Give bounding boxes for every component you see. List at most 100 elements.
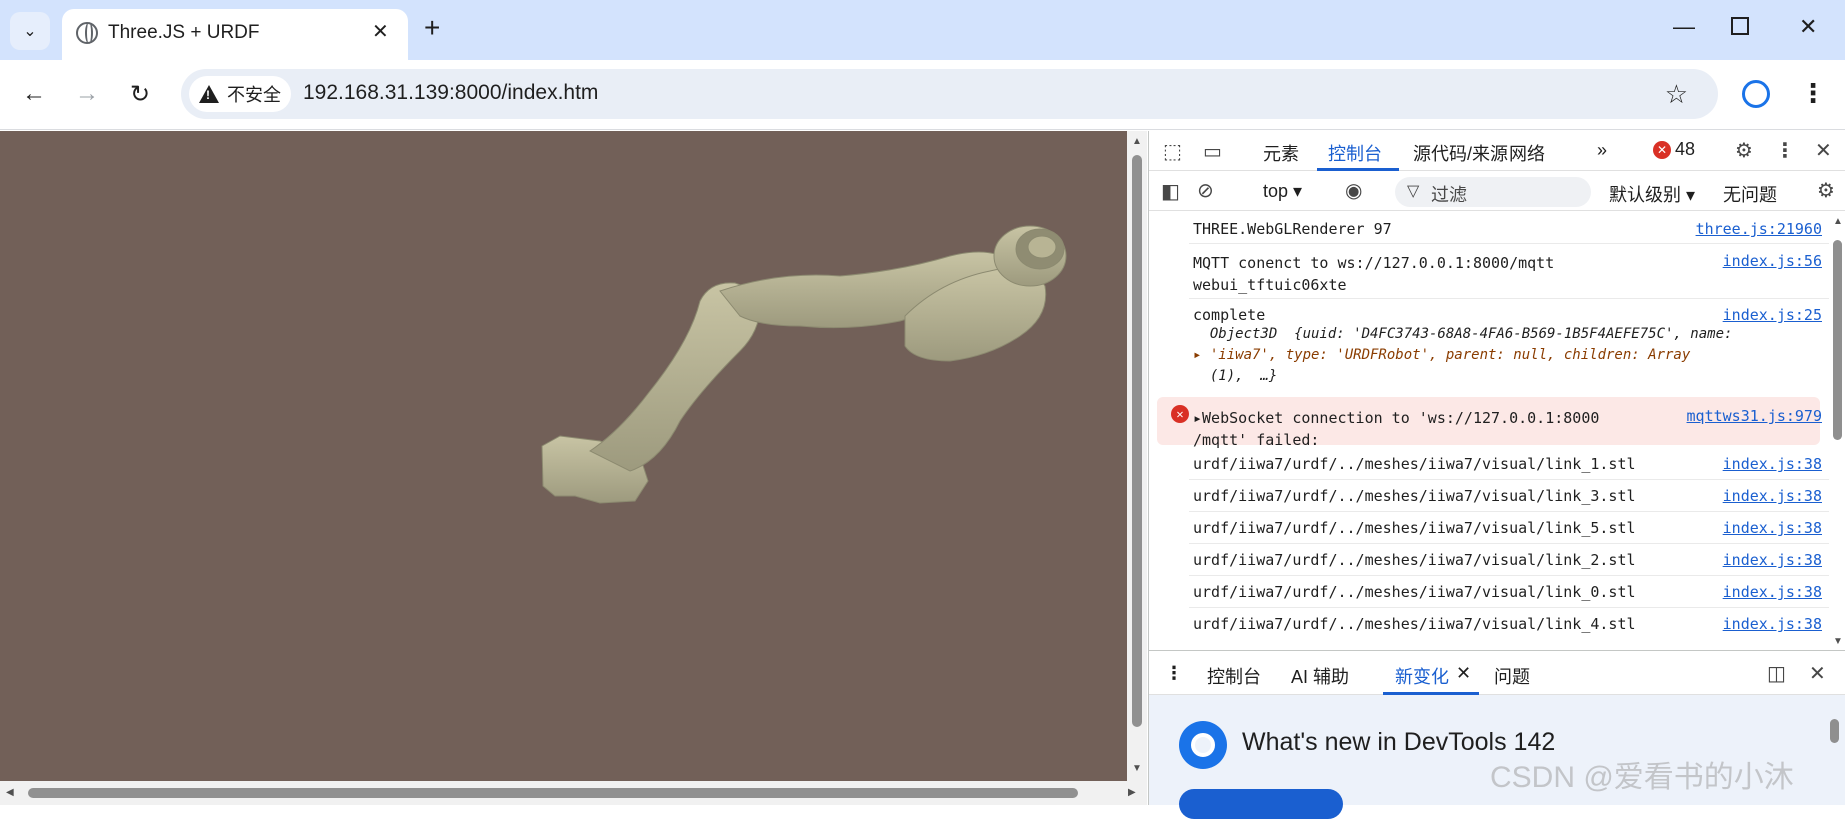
drawer-tab-whats-new[interactable]: 新变化 [1395, 663, 1449, 689]
filter-icon: ▽ [1407, 183, 1420, 200]
console-scrollbar[interactable]: ▲ ▼ [1829, 212, 1845, 650]
reload-icon[interactable]: ↻ [130, 80, 150, 109]
row-divider [1189, 243, 1829, 244]
filter-input[interactable]: ▽ 过滤 [1395, 177, 1591, 207]
source-link[interactable]: mqttws31.js:979 [1687, 407, 1822, 425]
forward-arrow-icon[interactable]: → [75, 80, 99, 108]
row-divider [1189, 607, 1829, 608]
console-toolbar: ◧ ⊘ top ▾ ◉ ▽ 过滤 默认级别 ▾ 无问题 ⚙ [1149, 171, 1845, 211]
devtools-tab-bar: ⬚ ▭ 元素 控制台 源代码/来源 网络 » ✕ 48 ⚙ ⋮ ✕ [1149, 131, 1845, 171]
drawer-tab-console[interactable]: 控制台 [1207, 663, 1261, 689]
close-tab-icon[interactable]: ✕ [372, 19, 389, 44]
tab-title: Three.JS + URDF [108, 22, 260, 43]
filter-placeholder: 过滤 [1431, 185, 1467, 205]
threejs-canvas[interactable] [0, 131, 1127, 781]
scroll-down-icon[interactable]: ▼ [1132, 763, 1142, 774]
globe-icon [76, 22, 98, 44]
drawer-tab-ai[interactable]: AI 辅助 [1291, 663, 1349, 689]
context-label: top [1263, 181, 1289, 201]
whats-new-scroll-thumb[interactable] [1830, 719, 1839, 743]
console-output: ✕ THREE.WebGLRenderer 97 three.js:21960 … [1149, 212, 1829, 650]
drawer-tab-issues[interactable]: 问题 [1494, 663, 1530, 689]
browser-toolbar: ← → ↻ 不安全 192.168.31.139:8000/index.htm … [0, 60, 1845, 130]
clear-console-icon[interactable]: ⊘ [1197, 178, 1214, 203]
source-link[interactable]: index.js:38 [1723, 615, 1822, 633]
url-text[interactable]: 192.168.31.139:8000/index.htm [303, 81, 598, 105]
source-link[interactable]: index.js:38 [1723, 455, 1822, 473]
source-link[interactable]: index.js:25 [1723, 306, 1822, 324]
log-levels-label: 默认级别 [1609, 185, 1681, 205]
tab-sources[interactable]: 源代码/来源 [1413, 140, 1508, 166]
close-devtools-icon[interactable]: ✕ [1815, 138, 1832, 163]
source-link[interactable]: index.js:38 [1723, 583, 1822, 601]
close-window-icon[interactable]: ✕ [1799, 14, 1817, 40]
eye-icon[interactable]: ◉ [1345, 178, 1362, 203]
whats-new-button[interactable] [1179, 789, 1343, 819]
new-tab-button[interactable]: + [424, 12, 440, 44]
chevron-down-icon: ⌄ [23, 23, 37, 40]
context-selector[interactable]: top ▾ [1263, 181, 1302, 202]
source-link[interactable]: index.js:38 [1723, 519, 1822, 537]
error-count-badge[interactable]: ✕ 48 [1653, 139, 1695, 160]
source-link[interactable]: index.js:38 [1723, 487, 1822, 505]
devtools-panel: ⬚ ▭ 元素 控制台 源代码/来源 网络 » ✕ 48 ⚙ ⋮ ✕ ◧ ⊘ to… [1148, 131, 1845, 819]
source-link[interactable]: three.js:21960 [1696, 220, 1822, 238]
console-scroll-thumb[interactable] [1833, 240, 1842, 440]
log-levels-dropdown[interactable]: 默认级别 ▾ [1609, 181, 1695, 207]
scroll-up-icon[interactable]: ▲ [1833, 216, 1843, 227]
devtools-menu-icon[interactable]: ⋮ [1775, 138, 1795, 163]
error-count: 48 [1675, 139, 1696, 159]
source-link[interactable]: index.js:56 [1723, 252, 1822, 270]
more-menu-icon[interactable]: ⋮ [1800, 78, 1826, 109]
scroll-left-icon[interactable]: ◀ [6, 787, 14, 798]
console-message: MQTT conenct to ws://127.0.0.1:8000/mqtt… [1193, 254, 1555, 294]
device-toolbar-icon[interactable]: ▭ [1203, 139, 1222, 164]
console-message: urdf/iiwa7/urdf/../meshes/iiwa7/visual/l… [1193, 519, 1636, 537]
object-preview[interactable]: ▸ 'iiwa7', type: 'URDFRobot', parent: nu… [1193, 347, 1783, 363]
minimize-icon[interactable]: — [1673, 14, 1695, 40]
console-message: THREE.WebGLRenderer 97 [1193, 220, 1392, 238]
warning-icon [199, 85, 219, 103]
page-vertical-scrollbar[interactable]: ▲ ▼ [1127, 131, 1147, 781]
row-divider [1189, 298, 1829, 299]
page-horizontal-scrollbar[interactable]: ◀ ▶ [0, 781, 1147, 805]
console-settings-icon[interactable]: ⚙ [1817, 178, 1835, 203]
console-message: urdf/iiwa7/urdf/../meshes/iiwa7/visual/l… [1193, 487, 1636, 505]
object-preview[interactable]: Object3D {uuid: 'D4FC3743-68A8-4FA6-B569… [1193, 326, 1783, 342]
scroll-up-icon[interactable]: ▲ [1132, 136, 1142, 147]
settings-gear-icon[interactable]: ⚙ [1735, 138, 1753, 163]
sidebar-toggle-icon[interactable]: ◧ [1161, 179, 1180, 204]
console-message: urdf/iiwa7/urdf/../meshes/iiwa7/visual/l… [1193, 455, 1636, 473]
tab-console[interactable]: 控制台 [1328, 140, 1382, 166]
error-icon: ✕ [1653, 140, 1671, 159]
maximize-icon[interactable] [1731, 17, 1749, 35]
console-message: urdf/iiwa7/urdf/../meshes/iiwa7/visual/l… [1193, 615, 1636, 633]
tab-elements[interactable]: 元素 [1263, 140, 1299, 166]
close-drawer-icon[interactable]: ✕ [1809, 661, 1826, 686]
dock-side-icon[interactable]: ◫ [1767, 661, 1786, 686]
source-link[interactable]: index.js:38 [1723, 551, 1822, 569]
more-tabs-icon[interactable]: » [1597, 140, 1607, 161]
tab-strip: ⌄ Three.JS + URDF ✕ + — ✕ [0, 0, 1845, 60]
error-icon: ✕ [1171, 405, 1189, 423]
console-message: urdf/iiwa7/urdf/../meshes/iiwa7/visual/l… [1193, 583, 1636, 601]
back-arrow-icon[interactable]: ← [22, 80, 46, 108]
browser-tab[interactable]: Three.JS + URDF ✕ [62, 9, 408, 60]
close-drawer-tab-icon[interactable]: ✕ [1456, 663, 1471, 684]
page-hscroll-thumb[interactable] [28, 788, 1078, 798]
inspect-element-icon[interactable]: ⬚ [1163, 139, 1182, 164]
tab-network[interactable]: 网络 [1509, 140, 1545, 166]
row-divider [1189, 543, 1829, 544]
row-divider [1189, 479, 1829, 480]
row-divider [1189, 575, 1829, 576]
address-bar[interactable]: 不安全 192.168.31.139:8000/index.htm ☆ [181, 69, 1718, 119]
drawer-menu-icon[interactable]: ⋮ [1165, 663, 1183, 684]
profile-icon[interactable] [1742, 80, 1770, 108]
tab-search-button[interactable]: ⌄ [10, 12, 50, 50]
robot-arm-render [541, 225, 1067, 504]
page-scroll-thumb[interactable] [1132, 155, 1142, 727]
scroll-right-icon[interactable]: ▶ [1128, 787, 1136, 798]
scroll-down-icon[interactable]: ▼ [1833, 636, 1843, 647]
issues-label[interactable]: 无问题 [1723, 181, 1777, 207]
bookmark-star-icon[interactable]: ☆ [1665, 79, 1688, 110]
